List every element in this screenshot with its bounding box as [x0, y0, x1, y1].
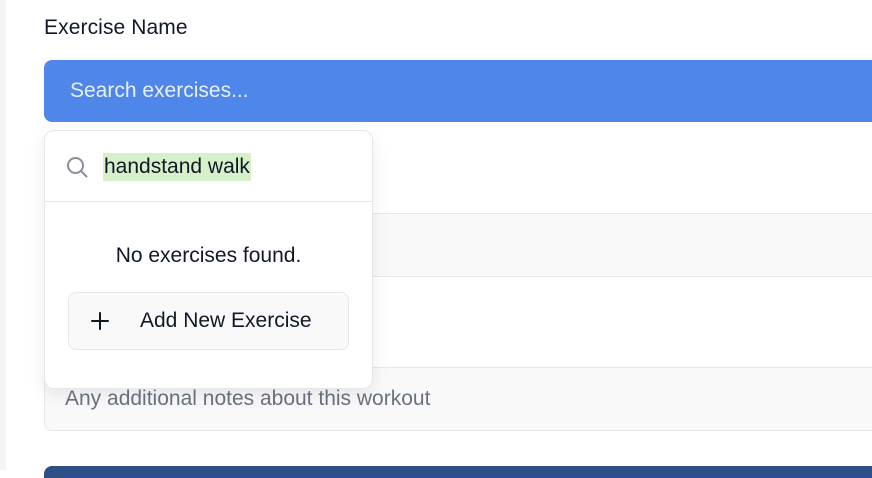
- add-new-exercise-button[interactable]: Add New Exercise: [68, 292, 349, 350]
- exercise-name-label: Exercise Name: [44, 16, 188, 39]
- dropdown-search-input[interactable]: handstand walk: [103, 153, 251, 181]
- dropdown-search-row[interactable]: handstand walk: [45, 131, 372, 202]
- add-new-exercise-label: Add New Exercise: [140, 309, 312, 332]
- exercise-search-trigger[interactable]: Search exercises...: [44, 60, 872, 122]
- no-results-message: No exercises found.: [115, 244, 302, 267]
- exercise-search-placeholder: Search exercises...: [70, 79, 249, 102]
- notes-placeholder: Any additional notes about this workout: [65, 387, 431, 410]
- plus-icon: [91, 312, 109, 330]
- search-icon: [67, 157, 88, 178]
- sidebar-edge: [0, 0, 6, 470]
- exercise-dropdown: handstand walk No exercises found. Add N…: [44, 130, 373, 389]
- submit-button[interactable]: [44, 466, 872, 478]
